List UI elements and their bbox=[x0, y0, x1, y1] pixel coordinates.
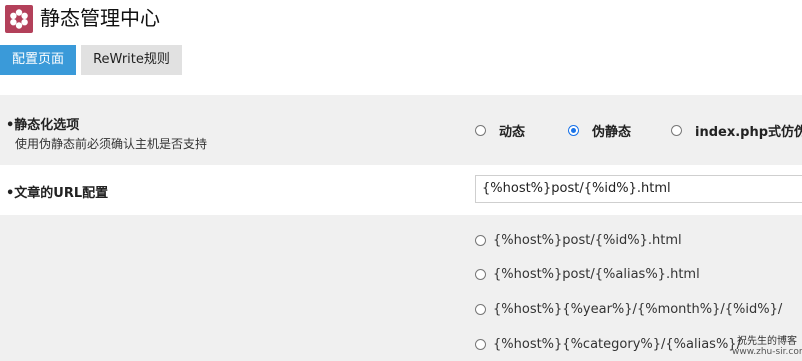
article-url-input[interactable]: {%host%}post/{%id%}.html bbox=[475, 175, 802, 203]
radio-index-php-label: index.php式仿伪 bbox=[695, 124, 802, 140]
url-template-label: {%host%}post/{%id%}.html bbox=[493, 232, 682, 248]
article-url-label: •文章的URL配置 bbox=[6, 186, 109, 201]
url-template-label: {%host%}{%category%}/{%alias%}/ bbox=[493, 336, 741, 352]
url-template-option[interactable]: {%host%}post/{%id%}.html bbox=[475, 231, 682, 249]
static-mode-hint: 使用伪静态前必须确认主机是否支持 bbox=[15, 137, 208, 151]
radio-button-icon[interactable] bbox=[475, 338, 486, 350]
header: 静态管理中心 bbox=[0, 0, 802, 38]
url-template-option[interactable]: {%host%}{%category%}/{%alias%}/ bbox=[475, 335, 741, 353]
url-template-option[interactable]: {%host%}post/{%alias%}.html bbox=[475, 265, 700, 283]
tab-rewrite-rules[interactable]: ReWrite规则 bbox=[81, 45, 182, 75]
watermark: 祝先生的博客 www.zhu-sir.com bbox=[732, 336, 802, 358]
radio-button-icon[interactable] bbox=[475, 124, 486, 136]
page-title: 静态管理中心 bbox=[40, 6, 160, 30]
radio-pseudo-static-label: 伪静态 bbox=[592, 124, 632, 140]
radio-dynamic[interactable]: 动态 bbox=[475, 121, 526, 140]
static-mode-row: •静态化选项 使用伪静态前必须确认主机是否支持 动态 伪静态 index.php… bbox=[0, 95, 802, 165]
radio-button-checked-icon[interactable] bbox=[568, 124, 579, 136]
radio-button-icon[interactable] bbox=[475, 234, 486, 246]
radio-pseudo-static[interactable]: 伪静态 bbox=[568, 121, 632, 140]
radio-dynamic-label: 动态 bbox=[499, 124, 526, 140]
flower-logo-icon bbox=[5, 5, 33, 33]
article-url-row: •文章的URL配置 {%host%}post/{%id%}.html bbox=[0, 165, 802, 215]
url-template-label: {%host%}{%year%}/{%month%}/{%id%}/ bbox=[493, 301, 783, 317]
url-template-label: {%host%}post/{%alias%}.html bbox=[493, 266, 700, 282]
radio-button-icon[interactable] bbox=[475, 303, 486, 315]
tab-config-page[interactable]: 配置页面 bbox=[0, 45, 76, 75]
watermark-title: 祝先生的博客 bbox=[737, 336, 797, 347]
url-template-option[interactable]: {%host%}{%year%}/{%month%}/{%id%}/ bbox=[475, 300, 782, 318]
radio-button-icon[interactable] bbox=[475, 268, 486, 280]
url-template-options: {%host%}post/{%id%}.html {%host%}post/{%… bbox=[0, 215, 802, 361]
static-mode-label: •静态化选项 bbox=[6, 118, 80, 133]
radio-index-php[interactable]: index.php式仿伪 bbox=[671, 121, 802, 140]
radio-button-icon[interactable] bbox=[671, 124, 682, 136]
watermark-url: www.zhu-sir.com bbox=[732, 347, 802, 357]
